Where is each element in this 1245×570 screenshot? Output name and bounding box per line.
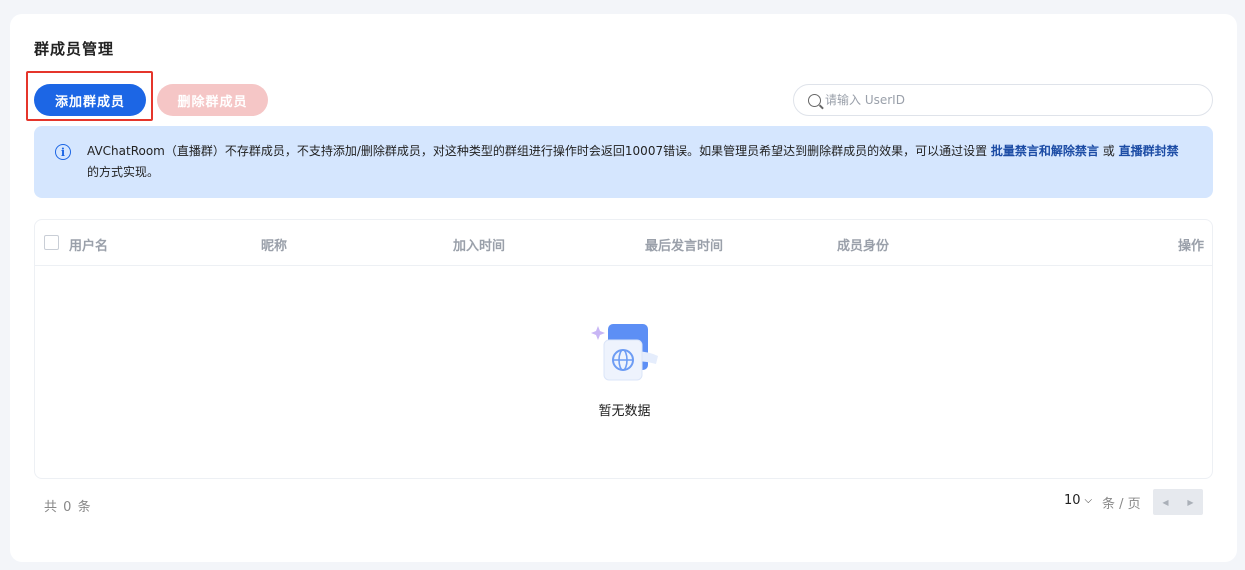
total-suffix: 条 — [77, 500, 92, 515]
notice-text-end: 的方式实现。 — [87, 165, 160, 179]
prev-page-button[interactable]: ◀ — [1153, 489, 1178, 515]
highlight-box — [26, 71, 153, 121]
total-value: 0 — [63, 500, 73, 515]
group-member-panel: 群成员管理 添加群成员 删除群成员 i AVChatRoom（直播群）不存群成员… — [10, 14, 1237, 562]
empty-data-icon — [591, 324, 658, 381]
mute-link[interactable]: 批量禁言和解除禁言 — [991, 144, 1099, 158]
chevron-down-icon: ⌵ — [1084, 495, 1093, 506]
notice-banner: i AVChatRoom（直播群）不存群成员，不支持添加/删除群成员，对这种类型… — [34, 126, 1213, 198]
search-icon — [808, 93, 821, 107]
column-last-message-time: 最后发言时间 — [645, 239, 724, 254]
page-title: 群成员管理 — [34, 40, 115, 58]
page-size-select[interactable]: 10 ⌵ — [1064, 493, 1092, 508]
ban-link[interactable]: 直播群封禁 — [1119, 144, 1179, 158]
notice-text-mid: 或 — [1098, 144, 1119, 158]
pager: ◀ ▶ — [1153, 489, 1203, 515]
next-page-button[interactable]: ▶ — [1178, 489, 1203, 515]
search-input[interactable] — [825, 93, 1185, 107]
per-page-label: 条 / 页 — [1102, 497, 1141, 512]
select-all-checkbox[interactable] — [44, 235, 59, 250]
column-role: 成员身份 — [837, 239, 890, 254]
column-username: 用户名 — [69, 239, 109, 254]
member-table: 用户名 昵称 加入时间 最后发言时间 成员身份 操作 暂无数据 — [34, 219, 1213, 479]
total-prefix: 共 — [44, 500, 59, 515]
column-join-time: 加入时间 — [453, 239, 506, 254]
notice-text: AVChatRoom（直播群）不存群成员，不支持添加/删除群成员，对这种类型的群… — [87, 144, 991, 158]
delete-member-button[interactable]: 删除群成员 — [157, 84, 268, 116]
column-nickname: 昵称 — [261, 239, 288, 254]
info-icon: i — [55, 144, 71, 160]
total-count: 共 0 条 — [44, 496, 92, 515]
page-size-value: 10 — [1064, 493, 1081, 508]
column-actions: 操作 — [1177, 239, 1204, 254]
empty-text: 暂无数据 — [598, 404, 651, 419]
search-box[interactable] — [793, 84, 1213, 116]
table-header: 用户名 昵称 加入时间 最后发言时间 成员身份 操作 — [35, 220, 1212, 266]
